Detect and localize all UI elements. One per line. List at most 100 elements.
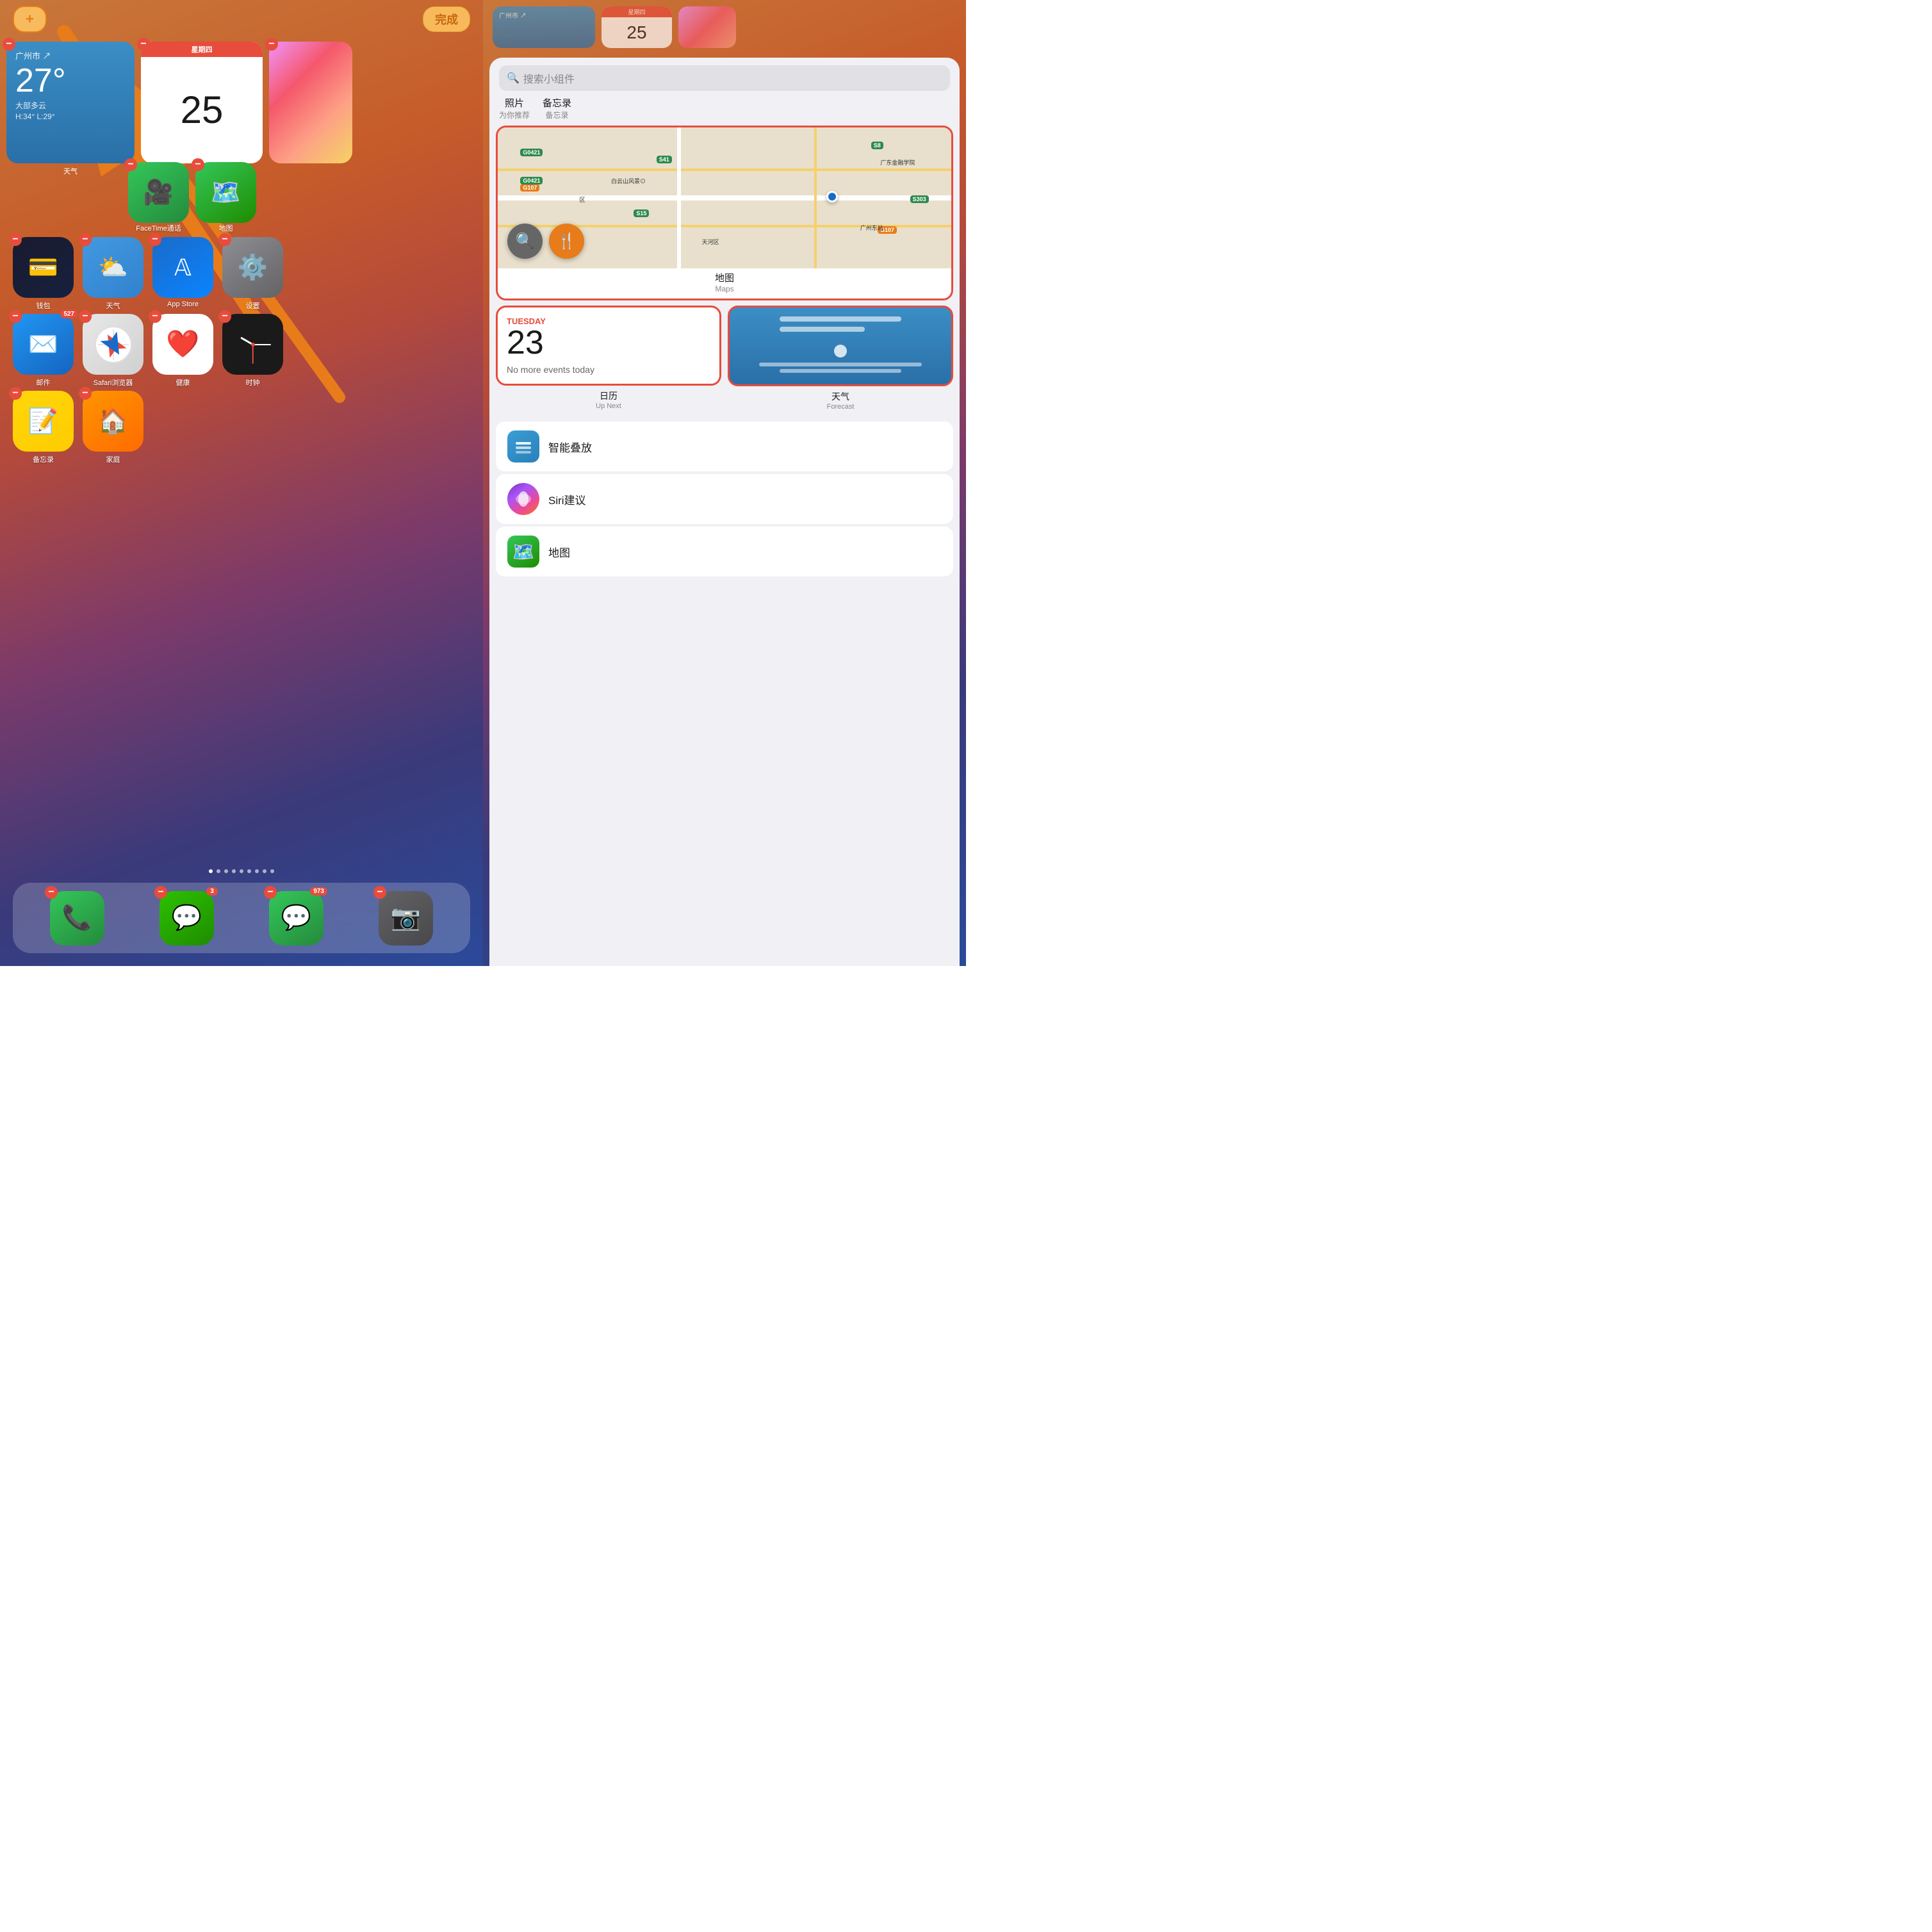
wallet-wrap: − 💳 钱包 [13,237,74,311]
minus-messages[interactable]: − [264,886,277,899]
appstore-icon[interactable]: 𝔸 [152,237,213,298]
cal-picker-widget[interactable]: TUESDAY 23 No more events today [496,306,721,386]
siri-icon [507,483,539,515]
calendar-widget[interactable]: 星期四 25 [141,42,263,163]
phone-icon[interactable]: 📞 [50,891,104,946]
map-food-button[interactable]: 🍴 [549,224,584,259]
suggested-notes[interactable]: 备忘录 备忘录 [543,96,571,120]
wallet-icon[interactable]: 💳 [13,237,74,298]
minus-safari[interactable]: − [79,310,92,323]
weather-location: 广州市 ↗ [15,49,126,61]
minus-weather-app[interactable]: − [79,233,92,246]
settings-label: 设置 [246,300,260,311]
add-widget-button[interactable]: + [13,6,47,33]
minus-badge-maps[interactable]: − [192,158,204,171]
weather-picker-widget[interactable] [728,306,953,386]
facetime-icon[interactable]: 🎥 [128,162,189,223]
maps-icon[interactable]: 🗺️ [195,162,256,223]
photos-widget[interactable] [269,42,352,163]
settings-icon[interactable]: ⚙️ [222,237,283,298]
suggested-row: 照片 为你推荐 备忘录 备忘录 [489,96,960,120]
maps-wrap: − 🗺️ 地图 [195,162,256,233]
home-icon[interactable]: 🏠 [83,391,143,452]
suggested-notes-sub: 备忘录 [546,110,569,120]
minus-notes[interactable]: − [9,387,22,400]
mail-wrap: − ✉️ 527 邮件 [13,314,74,388]
weather-app-icon[interactable]: ⛅ [83,237,143,298]
map-view: G0421 S8 S41 G107 G0421 S15 S303 G107 广东… [498,127,951,268]
minus-badge-cal[interactable]: − [137,38,150,51]
minus-badge-facetime[interactable]: − [124,158,137,171]
minus-home[interactable]: − [79,387,92,400]
minus-phone[interactable]: − [45,886,58,899]
minus-health[interactable]: − [149,310,161,323]
clock-label: 时钟 [246,377,260,388]
safari-label: Safari浏览器 [94,377,133,388]
list-item-maps[interactable]: 🗺️ 地图 [496,527,953,577]
suggested-photos-name: 照片 [505,96,524,110]
notes-label: 备忘录 [33,454,54,464]
dot-3 [224,869,228,873]
mail-icon[interactable]: ✉️ [13,314,74,375]
mini-cal-date: 25 [602,17,672,48]
map-label-guangzhoueast: 广州东站 [860,224,883,232]
mail-badge: 527 [60,310,78,318]
done-button[interactable]: 完成 [423,6,470,32]
stack-icon [507,430,539,463]
map-road-v1 [677,127,681,268]
minus-camera[interactable]: − [373,886,386,899]
mini-photos-widget [678,6,736,48]
cal-header: 星期四 [141,42,263,57]
dot-7 [255,869,259,873]
weather-app-label: 天气 [106,300,120,311]
maps-list-label: 地图 [548,544,570,560]
minus-wallet[interactable]: − [9,233,22,246]
clock-icon[interactable] [222,314,283,375]
minus-mail[interactable]: − [9,310,22,323]
notes-icon[interactable]: 📝 [13,391,74,452]
map-section[interactable]: G0421 S8 S41 G107 G0421 S15 S303 G107 广东… [496,126,953,300]
health-icon[interactable]: ❤️ [152,314,213,375]
maps-label: 地图 [195,223,256,233]
map-search-button[interactable]: 🔍 [507,224,543,259]
list-item-siri[interactable]: Siri建议 [496,474,953,524]
phone-wrap: − 📞 [50,891,104,946]
weather-widget[interactable]: 广州市 ↗ 27° 大部多云 H:34° L:29° [6,42,135,163]
picker-list: 智能叠放 Siri建议 🗺️ 地图 [489,416,960,966]
mini-weather-widget: 广州市 ↗ [493,6,595,48]
w-line-sm-2 [780,369,902,373]
facetime-row: − 🎥 FaceTime通话 − 🗺️ 地图 [128,162,477,233]
messages-icon[interactable]: 💬 973 [269,891,323,946]
map-road-h1 [498,195,951,201]
weather-widget-wrap: − 广州市 ↗ 27° 大部多云 H:34° L:29° 天气 [6,42,135,176]
search-bar[interactable]: 🔍 搜索小组件 [499,65,950,91]
map-tag-s303: S303 [910,195,929,203]
minus-badge-weather[interactable]: − [3,38,15,51]
weather-label: 天气 [6,166,135,176]
minus-badge-photos[interactable]: − [265,38,278,51]
maps-list-icon: 🗺️ [507,536,539,568]
list-item-stack[interactable]: 智能叠放 [496,422,953,471]
map-tag-s15: S15 [634,209,649,217]
weather-condition: 大部多云 [15,100,126,111]
minus-appstore[interactable]: − [149,233,161,246]
cal-label-cn: 日历 [496,389,721,402]
app-row-3: − 📝 备忘录 − 🏠 家庭 [13,391,470,464]
camera-icon[interactable]: 📷 [379,891,433,946]
dot-9 [270,869,274,873]
minus-settings[interactable]: − [218,233,231,246]
minus-wechat[interactable]: − [154,886,167,899]
wechat-icon[interactable]: 💬 3 [160,891,214,946]
safari-icon[interactable] [83,314,143,375]
cal-picker-num: 23 [507,326,710,359]
suggested-photos[interactable]: 照片 为你推荐 [499,96,530,120]
appstore-wrap: − 𝔸 App Store [152,237,213,311]
photos-widget-wrap: − [269,42,352,176]
cal-date: 25 [141,57,263,163]
w-line-sm-1 [759,363,922,366]
widget-picker-sheet: 🔍 搜索小组件 照片 为你推荐 备忘录 备忘录 [489,58,960,966]
map-label-baiyun: 白云山风景⊙ [611,177,646,185]
stack-label: 智能叠放 [548,439,592,455]
dot-8 [263,869,266,873]
minus-clock[interactable]: − [218,310,231,323]
